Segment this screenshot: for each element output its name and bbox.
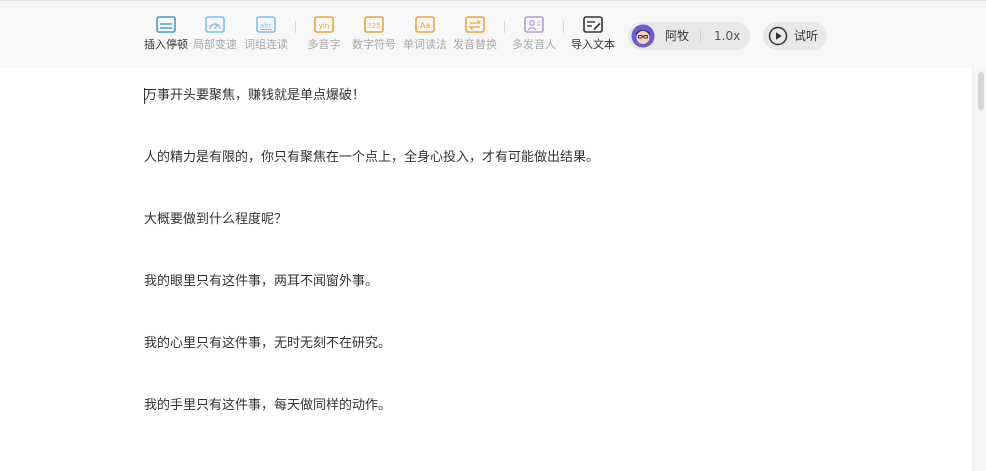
tool-label: 局部变速: [193, 38, 237, 51]
tool-label: 多发音人: [512, 38, 556, 51]
insert-pause-button[interactable]: 插入停顿: [139, 15, 193, 52]
voice-divider: [700, 30, 701, 42]
voice-selector[interactable]: 阿牧 1.0x: [628, 22, 750, 50]
tool-label: 发音替换: [453, 38, 497, 51]
speed-value[interactable]: 1.0x: [714, 29, 740, 43]
tool-label: 多音字: [307, 38, 341, 51]
word-reading-button[interactable]: Aa 单词读法: [398, 15, 452, 52]
pronounce-replace-button[interactable]: 发音替换: [448, 15, 502, 52]
import-text-icon: [583, 16, 603, 33]
paragraph[interactable]: 人的精力是有限的，你只有聚焦在一个点上，全身心投入，才有可能做出结果。: [144, 150, 599, 166]
multi-speaker-button[interactable]: 多发音人: [507, 15, 561, 52]
tool-label: 词组连读: [244, 38, 288, 51]
speed-gauge-icon: [205, 16, 225, 33]
polyphone-button[interactable]: yin 多音字: [297, 15, 351, 52]
paragraph[interactable]: 万事开头要聚焦，赚钱就是单点爆破！: [144, 88, 365, 104]
play-circle-icon: [768, 26, 788, 46]
local-speed-button[interactable]: 局部变速: [188, 15, 242, 52]
toolbar-separator: [295, 21, 296, 33]
text-editor[interactable]: 万事开头要聚焦，赚钱就是单点爆破！ 人的精力是有限的，你只有聚焦在一个点上，全身…: [0, 68, 972, 471]
listen-label: 试听: [794, 29, 819, 43]
svg-text:123: 123: [368, 22, 380, 30]
pinyin-yin-icon: yin: [314, 16, 334, 33]
pronounce-replace-icon: [465, 16, 485, 33]
toolbar: 插入停顿 局部变速 abc 词组连读 yin 多音字 123 数字符号 Aa 单…: [0, 0, 986, 68]
svg-text:Aa: Aa: [420, 21, 430, 30]
import-text-button[interactable]: 导入文本: [566, 15, 620, 52]
paragraph[interactable]: 我的心里只有这件事，无时无刻不在研究。: [144, 336, 391, 352]
voice-avatar-icon: [631, 24, 655, 48]
tool-label: 数字符号: [352, 38, 396, 51]
paragraph[interactable]: 我的眼里只有这件事，两耳不闻窗外事。: [144, 274, 378, 290]
paragraph[interactable]: 大概要做到什么程度呢？: [144, 212, 287, 228]
svg-text:yin: yin: [319, 22, 330, 30]
voice-name: 阿牧: [665, 29, 690, 43]
toolbar-separator: [504, 21, 505, 33]
vertical-scrollbar[interactable]: [972, 68, 986, 471]
phrase-abc-icon: abc: [256, 16, 276, 33]
word-aa-icon: Aa: [415, 16, 435, 33]
tool-label: 插入停顿: [144, 38, 188, 51]
svg-text:abc: abc: [260, 22, 272, 30]
number-symbol-button[interactable]: 123 数字符号: [347, 15, 401, 52]
tool-label: 单词读法: [403, 38, 447, 51]
paragraph[interactable]: 我的手里只有这件事，每天做同样的动作。: [144, 398, 391, 414]
listen-button[interactable]: 试听: [763, 22, 827, 50]
scrollbar-thumb[interactable]: [978, 72, 984, 110]
editor-window: 插入停顿 局部变速 abc 词组连读 yin 多音字 123 数字符号 Aa 单…: [0, 0, 986, 471]
tool-label: 导入文本: [571, 38, 615, 51]
toolbar-separator: [563, 21, 564, 33]
multi-speaker-icon: [524, 16, 544, 33]
phrase-link-button[interactable]: abc 词组连读: [239, 15, 293, 52]
number-123-icon: 123: [364, 16, 384, 33]
pause-insert-icon: [156, 16, 176, 33]
